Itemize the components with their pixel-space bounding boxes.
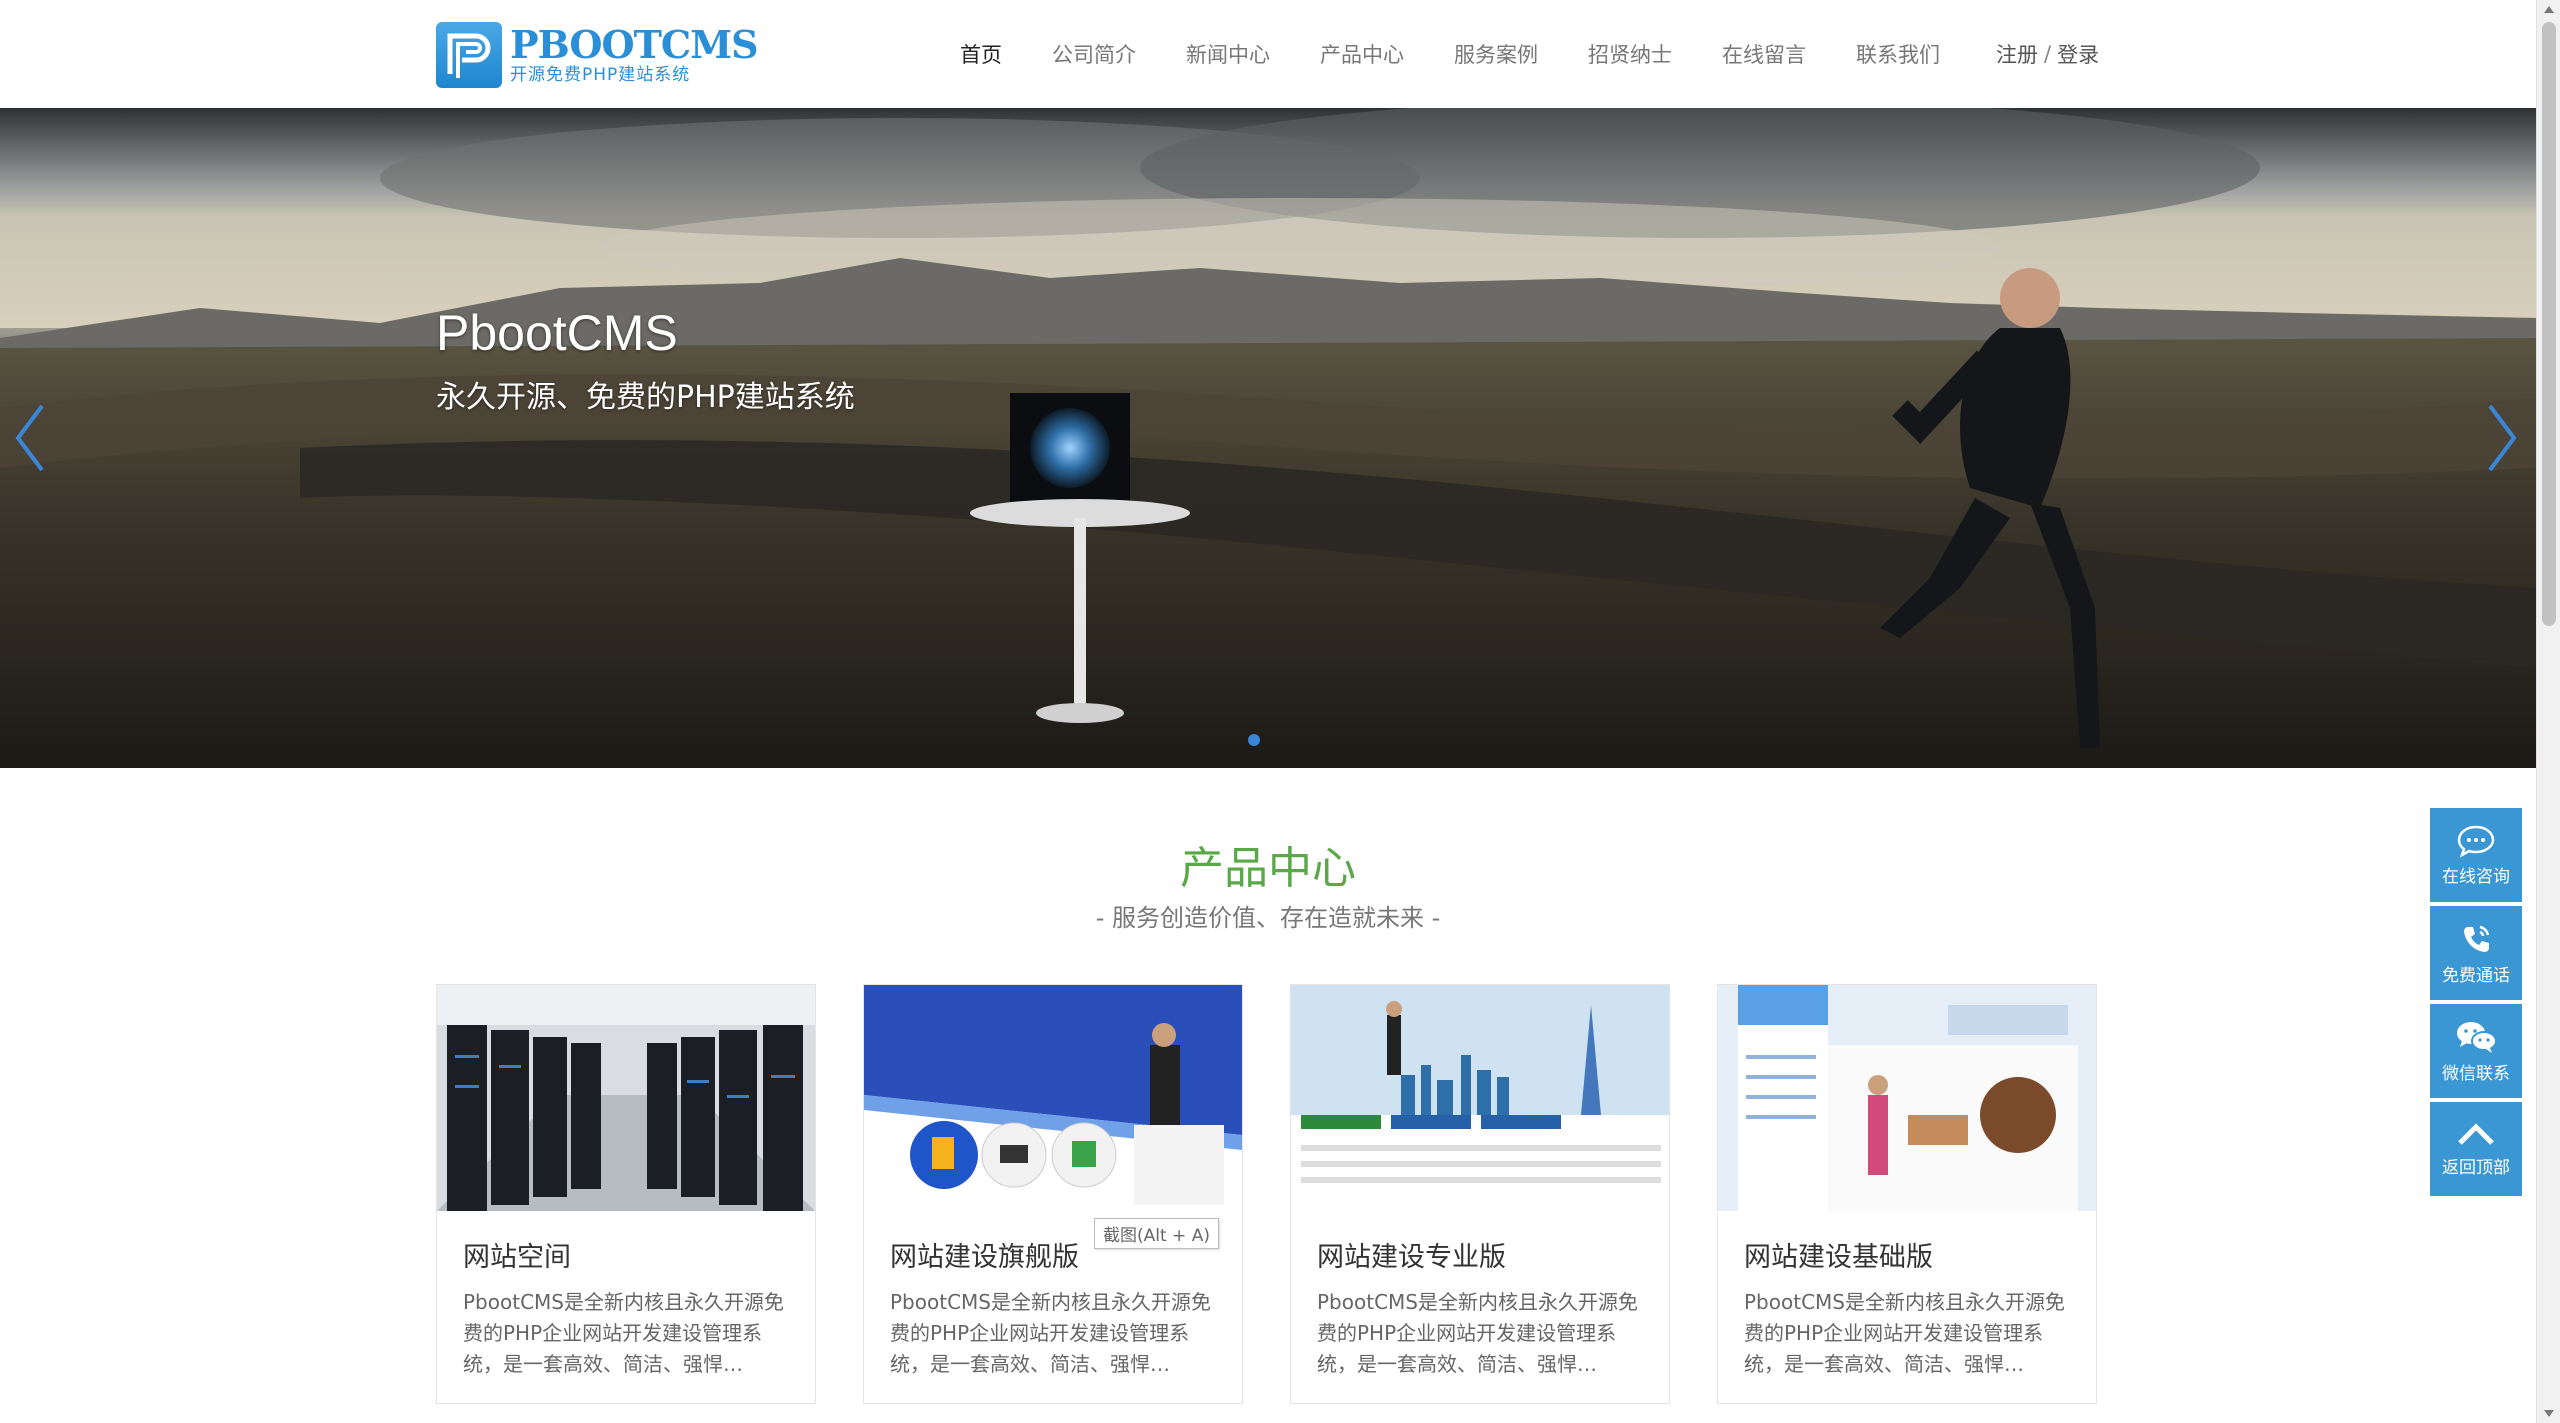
- register-link[interactable]: 注册: [1996, 39, 2038, 69]
- hero-banner: PbootCMS 永久开源、免费的PHP建站系统: [0, 108, 2536, 768]
- product-name: 网站建设旗舰版: [890, 1242, 1079, 1273]
- wechat-contact-button[interactable]: 微信联系: [2430, 1004, 2522, 1098]
- product-image-basic: [1718, 985, 2096, 1211]
- nav-item-home[interactable]: 首页: [960, 39, 1002, 69]
- float-label: 微信联系: [2442, 1063, 2510, 1084]
- prev-slide-chevron-left-icon[interactable]: [10, 400, 50, 476]
- chevron-up-icon: [2458, 1122, 2494, 1145]
- nav-item-contact[interactable]: 联系我们: [1856, 39, 1940, 69]
- product-image-professional: [1291, 985, 1669, 1211]
- slide-indicator-dot[interactable]: [1248, 734, 1260, 746]
- product-card[interactable]: 网站空间 PbootCMS是全新内核且永久开源免费的PHP企业网站开发建设管理系…: [436, 984, 816, 1404]
- product-name: 网站空间: [463, 1242, 571, 1273]
- float-label: 免费通话: [2442, 965, 2510, 986]
- section-subtitle: - 服务创造价值、存在造就未来 -: [1095, 904, 1441, 932]
- nav-item-products[interactable]: 产品中心: [1320, 39, 1404, 69]
- product-desc: PbootCMS是全新内核且永久开源免费的PHP企业网站开发建设管理系统，是一套…: [890, 1290, 1211, 1376]
- page-scrollbar[interactable]: [2536, 0, 2560, 1423]
- product-image-server-room: [437, 985, 815, 1211]
- product-name: 网站建设专业版: [1317, 1242, 1506, 1273]
- chat-bubble-icon: [2457, 825, 2495, 858]
- product-card[interactable]: 网站建设基础版 PbootCMS是全新内核且永久开源免费的PHP企业网站开发建设…: [1717, 984, 2097, 1404]
- logo-subtitle: 开源免费PHP建站系统: [510, 65, 691, 85]
- wechat-icon: [2457, 1021, 2497, 1053]
- logo-mark-icon: [436, 22, 502, 88]
- product-desc: PbootCMS是全新内核且永久开源免费的PHP企业网站开发建设管理系统，是一套…: [1744, 1290, 2065, 1376]
- site-header: PBOOTCMS 开源免费PHP建站系统 首页 公司简介 新闻中心 产品中心 服…: [0, 0, 2536, 109]
- nav-item-jobs[interactable]: 招贤纳士: [1588, 39, 1672, 69]
- main-nav: 首页 公司简介 新闻中心 产品中心 服务案例 招贤纳士 在线留言 联系我们: [960, 0, 1990, 108]
- side-float-bar: 在线咨询 免费通话 微信联系 返回顶部: [2430, 808, 2522, 1200]
- logo-title: PBOOTCMS: [510, 22, 759, 67]
- auth-separator: /: [2044, 42, 2052, 66]
- product-desc: PbootCMS是全新内核且永久开源免费的PHP企业网站开发建设管理系统，是一套…: [463, 1290, 784, 1376]
- banner-image: [0, 108, 2536, 768]
- scroll-up-arrow-icon[interactable]: [2544, 6, 2554, 13]
- product-desc: PbootCMS是全新内核且永久开源免费的PHP企业网站开发建设管理系统，是一套…: [1317, 1290, 1638, 1376]
- scrollbar-thumb[interactable]: [2542, 22, 2556, 626]
- nav-item-about[interactable]: 公司简介: [1052, 39, 1136, 69]
- float-label: 在线咨询: [2442, 866, 2510, 887]
- scroll-down-arrow-icon[interactable]: [2544, 1410, 2554, 1417]
- product-name: 网站建设基础版: [1744, 1242, 1933, 1273]
- nav-item-news[interactable]: 新闻中心: [1186, 39, 1270, 69]
- screenshot-tooltip: 截图(Alt + A): [1094, 1218, 1219, 1249]
- product-card[interactable]: 网站建设专业版 PbootCMS是全新内核且永久开源免费的PHP企业网站开发建设…: [1290, 984, 1670, 1404]
- float-label: 返回顶部: [2442, 1157, 2510, 1178]
- product-image-flagship: [864, 985, 1242, 1211]
- site-logo[interactable]: PBOOTCMS 开源免费PHP建站系统: [436, 20, 759, 90]
- free-call-button[interactable]: 免费通话: [2430, 906, 2522, 1000]
- phone-icon: [2464, 925, 2490, 952]
- login-link[interactable]: 登录: [2057, 39, 2099, 69]
- banner-subtitle: 永久开源、免费的PHP建站系统: [436, 380, 855, 415]
- auth-links: 注册 / 登录: [1996, 0, 2099, 108]
- next-slide-chevron-right-icon[interactable]: [2482, 400, 2522, 476]
- product-card[interactable]: 网站建设旗舰版 PbootCMS是全新内核且永久开源免费的PHP企业网站开发建设…: [863, 984, 1243, 1404]
- back-to-top-button[interactable]: 返回顶部: [2430, 1102, 2522, 1196]
- section-title: 产品中心: [1180, 843, 1356, 894]
- banner-title: PbootCMS: [436, 305, 678, 361]
- online-consult-button[interactable]: 在线咨询: [2430, 808, 2522, 902]
- nav-item-message[interactable]: 在线留言: [1722, 39, 1806, 69]
- nav-item-cases[interactable]: 服务案例: [1454, 39, 1538, 69]
